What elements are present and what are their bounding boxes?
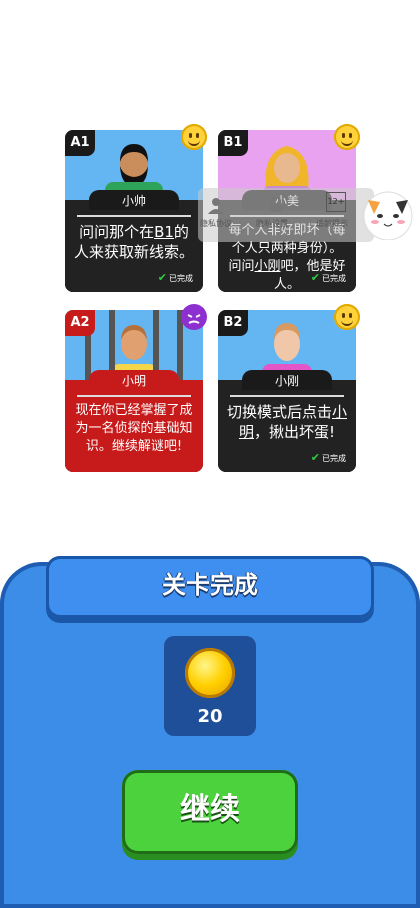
age-badge[interactable]: 12+ — [326, 192, 346, 212]
privacy-policy-link[interactable]: 隐私协议 — [200, 218, 232, 229]
character-name: 小帅 — [89, 190, 179, 210]
divider — [230, 395, 344, 397]
user-icon[interactable] — [206, 196, 226, 216]
continue-button[interactable]: 继续 — [122, 770, 298, 854]
smile-emoji-icon — [334, 304, 360, 330]
completed-label: ✔ 已完成 — [310, 451, 346, 464]
completed-label: ✔ 已完成 — [310, 271, 346, 284]
card-tag: A1 — [65, 130, 95, 156]
card-a1[interactable]: A1 小帅 问问那个在B1的人来获取新线索。 ✔ 已完成 — [65, 130, 203, 292]
card-tag: B1 — [218, 130, 248, 156]
smile-emoji-icon — [181, 124, 207, 150]
privacy-settings-link[interactable]: 隐私设置 — [256, 218, 288, 229]
check-icon: ✔ — [310, 451, 320, 464]
coin-icon — [185, 648, 235, 698]
check-icon: ✔ — [157, 271, 167, 284]
coin-count: 20 — [197, 706, 223, 727]
completed-label: ✔ 已完成 — [157, 271, 193, 284]
clue-text: 问问那个在B1的人来获取新线索。 — [73, 223, 194, 261]
card-tag: B2 — [218, 310, 248, 336]
divider — [77, 215, 191, 217]
character-name: 小刚 — [242, 370, 332, 390]
level-complete-title: 关卡完成 — [46, 556, 374, 618]
cat-mascot-icon[interactable] — [360, 188, 416, 240]
card-tag: A2 — [65, 310, 95, 336]
privacy-overlay[interactable]: 12+ 隐私协议 隐私设置 适龄提示 — [198, 188, 374, 242]
devil-emoji-icon — [181, 304, 207, 330]
lock-icon[interactable] — [266, 194, 286, 214]
character-name: 小明 — [89, 370, 179, 390]
clue-text: 现在你已经掌握了成为一名侦探的基础知识。继续解谜吧! — [75, 403, 193, 454]
age-notice-link[interactable]: 适龄提示 — [316, 218, 348, 229]
smile-emoji-icon — [334, 124, 360, 150]
clue-text: 切换模式后点击小明，揪出坏蛋! — [226, 403, 348, 441]
divider — [77, 395, 191, 397]
check-icon: ✔ — [310, 271, 320, 284]
card-b2[interactable]: B2 小刚 切换模式后点击小明，揪出坏蛋! ✔ 已完成 — [218, 310, 356, 472]
card-a2[interactable]: A2 小明 现在你已经掌握了成为一名侦探的基础知识。继续解谜吧! — [65, 310, 203, 472]
